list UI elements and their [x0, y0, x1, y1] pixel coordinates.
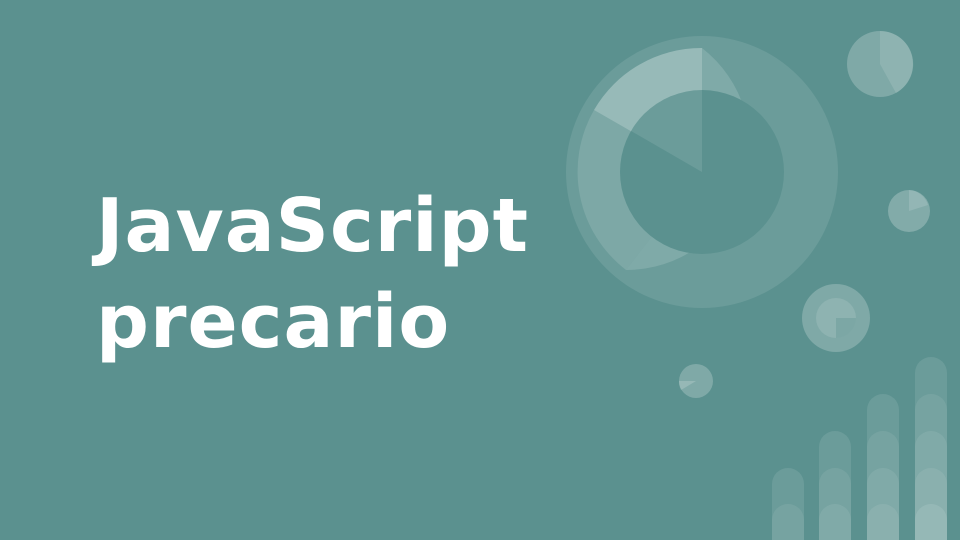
title-line-1: JavaScript: [96, 183, 530, 269]
slide: JavaScript precario: [0, 0, 960, 540]
bar-column-4: [915, 357, 947, 540]
ring-chart-mid: [802, 284, 870, 352]
bar-column-3: [867, 394, 899, 540]
bar-column-1: [772, 468, 804, 540]
pie-chart-small-top: [847, 30, 914, 97]
pie-chart-tiny-low: [678, 364, 713, 398]
bar-column-2: [819, 431, 851, 540]
pie-chart-tiny-right: [888, 190, 930, 232]
donut-chart-graphic: [566, 36, 838, 308]
bar-columns-graphic: [772, 357, 947, 540]
slide-title: JavaScript precario: [96, 178, 529, 370]
title-line-2: precario: [96, 279, 451, 365]
